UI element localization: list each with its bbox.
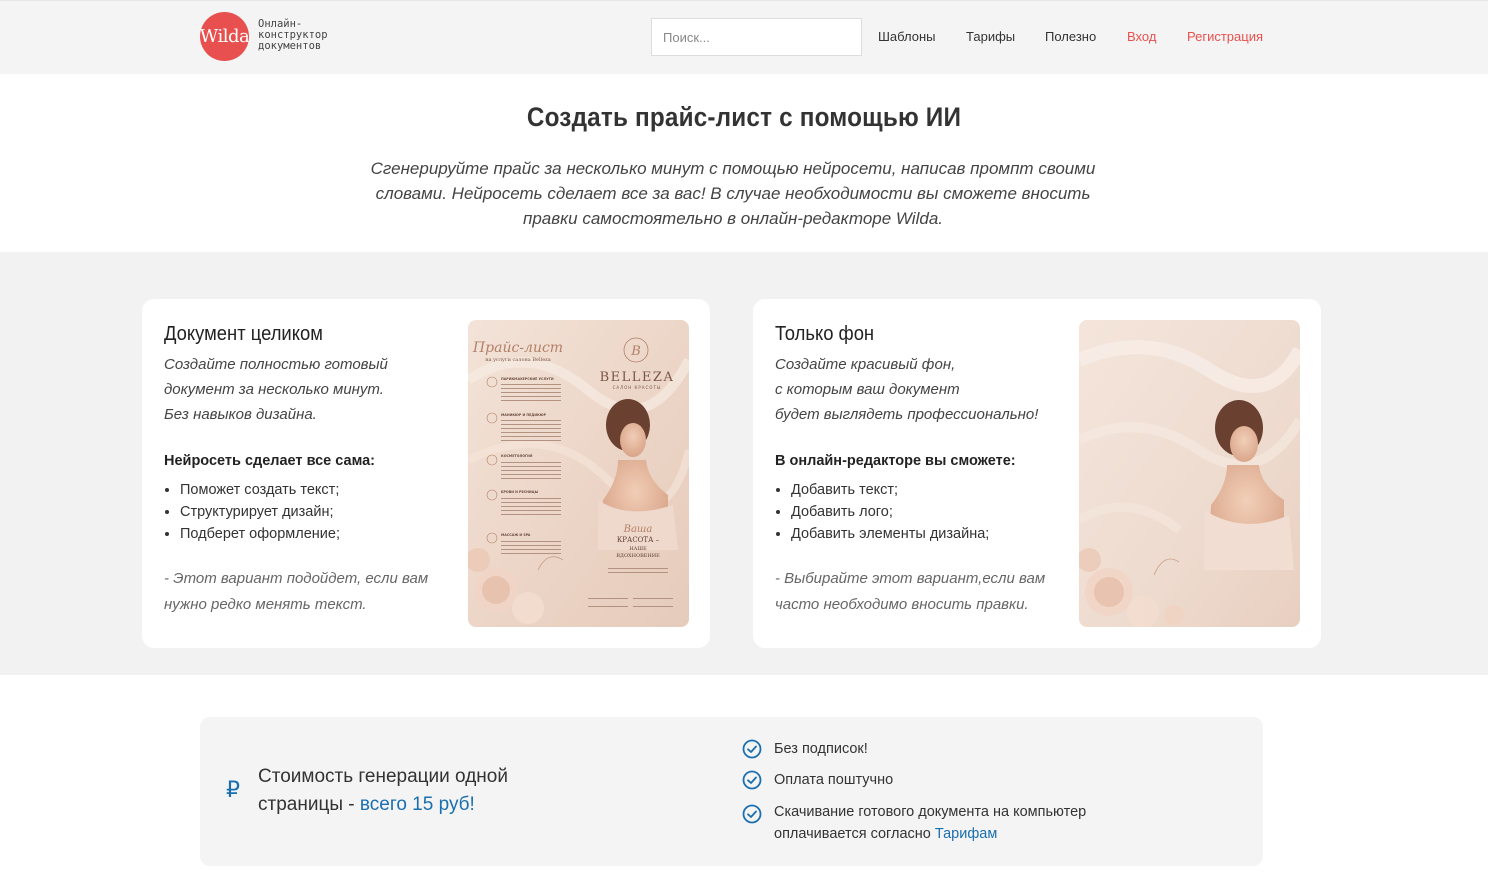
card-title: Только фон xyxy=(775,323,875,345)
option-card-full-document[interactable]: Документ целиком Создайте полностью гото… xyxy=(142,299,710,648)
page-title: Создать прайс-лист с помощью ИИ xyxy=(526,102,962,132)
nav-tariffs-link[interactable]: Тарифы xyxy=(966,29,1015,44)
preview-script-sub: на услуги салона Belleza xyxy=(485,357,551,363)
site-header: Wilda Онлайн- конструктор документов Шаб… xyxy=(0,0,1488,74)
card-lead: В онлайн-редакторе вы сможете: xyxy=(775,453,1016,469)
pricing-feature-text: Скачивание готового документа на компьют… xyxy=(774,801,1102,845)
pricing-feature-text: Оплата поштучно xyxy=(774,772,894,788)
logo-tagline: Онлайн- конструктор документов xyxy=(258,19,328,52)
card-intro-line: Создайте красивый фон, xyxy=(775,356,956,373)
tagline-line: документов xyxy=(258,40,322,52)
card-note: - Этот вариант подойдет, если вам нужно … xyxy=(164,570,429,613)
card-feature-list: Добавить текст; Добавить лого; Добавить … xyxy=(791,479,989,545)
card-intro: Создайте полностью готовый документ за н… xyxy=(164,352,444,427)
card-title: Документ целиком xyxy=(164,323,323,345)
list-item: Поможет создать текст; xyxy=(180,479,340,501)
check-circle-icon xyxy=(742,770,762,790)
pricing-feature-text: Без подписок! xyxy=(774,741,868,757)
pricing-box: ₽ Стоимость генерации одной страницы - в… xyxy=(200,717,1263,866)
card-intro: Создайте красивый фон, с которым ваш док… xyxy=(775,352,1055,427)
card-intro-line: с которым ваш документ xyxy=(775,381,960,398)
preview-brand-sub: САЛОН КРАСОТЫ xyxy=(613,385,662,390)
list-item: Структурирует дизайн; xyxy=(180,501,340,523)
card-intro-line: Создайте полностью готовый xyxy=(164,356,388,373)
nav-register-link[interactable]: Регистрация xyxy=(1187,29,1263,44)
preview-slogan-line: НАШЕ xyxy=(629,546,647,552)
ruble-icon: ₽ xyxy=(226,777,240,802)
nav-useful-link[interactable]: Полезно xyxy=(1045,29,1096,44)
preview-slogan-script: Ваша xyxy=(623,524,653,535)
preview-script-title: Прайс-лист xyxy=(472,340,563,356)
background-preview-art xyxy=(1079,320,1300,627)
preview-slogan-line: КРАСОТА – xyxy=(617,536,660,544)
background-preview-image[interactable] xyxy=(1079,320,1300,627)
list-item: Подберет оформление; xyxy=(180,523,340,545)
option-card-background-only[interactable]: Только фон Создайте красивый фон, с кото… xyxy=(753,299,1321,648)
search-input[interactable] xyxy=(651,18,862,56)
wilda-logo[interactable]: Wilda xyxy=(200,12,250,61)
preview-brand: BELLEZA xyxy=(600,370,675,385)
pricing-feature: Скачивание готового документа на компьют… xyxy=(742,801,1102,845)
card-lead: Нейросеть сделает все сама: xyxy=(164,453,376,469)
list-item: Добавить текст; xyxy=(791,479,989,501)
pricing-feature-text-main: Скачивание готового документа на компьют… xyxy=(774,804,1087,842)
preview-monogram: B xyxy=(630,344,641,359)
page-subtitle: Сгенерируйте прайс за несколько минут с … xyxy=(370,159,1096,228)
list-item: Добавить элементы дизайна; xyxy=(791,523,989,545)
nav-login-link[interactable]: Вход xyxy=(1127,29,1156,44)
list-item: Добавить лого; xyxy=(791,501,989,523)
tariffs-link[interactable]: Тарифам xyxy=(935,826,997,842)
check-circle-icon xyxy=(742,739,762,759)
preview-section-label: МАССАЖ И SPA xyxy=(501,533,531,537)
card-intro-line: Без навыков дизайна. xyxy=(164,406,317,423)
preview-section-label: БРОВИ И РЕСНИЦЫ xyxy=(501,490,539,494)
pricing-feature: Без подписок! xyxy=(742,738,868,760)
preview-section-label: МАНИКЮР И ПЕДИКЮР xyxy=(501,413,547,417)
nav-templates-link[interactable]: Шаблоны xyxy=(878,29,936,44)
pricing-highlight: всего 15 руб! xyxy=(359,794,475,815)
card-intro-line: будет выглядеть профессионально! xyxy=(775,406,1039,423)
card-note: - Выбирайте этот вариант,если вам часто … xyxy=(775,570,1046,613)
check-circle-icon xyxy=(742,804,762,824)
pricing-feature: Оплата поштучно xyxy=(742,769,893,791)
preview-slogan-line: ВДОХНОВЕНИЕ xyxy=(616,553,660,559)
pricing-text: Стоимость генерации одной страницы - все… xyxy=(258,763,558,819)
price-list-preview-art: Прайс-лист на услуги салона Belleza ПАРИ… xyxy=(468,320,689,627)
preview-section-label: ПАРИКМАХЕРСКИЕ УСЛУГИ xyxy=(501,377,554,381)
card-feature-list: Поможет создать текст; Структурирует диз… xyxy=(180,479,340,545)
price-list-preview-image[interactable]: Прайс-лист на услуги салона Belleza ПАРИ… xyxy=(468,320,689,627)
preview-section-label: КОСМЕТОЛОГИЯ xyxy=(501,454,533,458)
card-intro-line: документ за несколько минут. xyxy=(164,381,384,398)
